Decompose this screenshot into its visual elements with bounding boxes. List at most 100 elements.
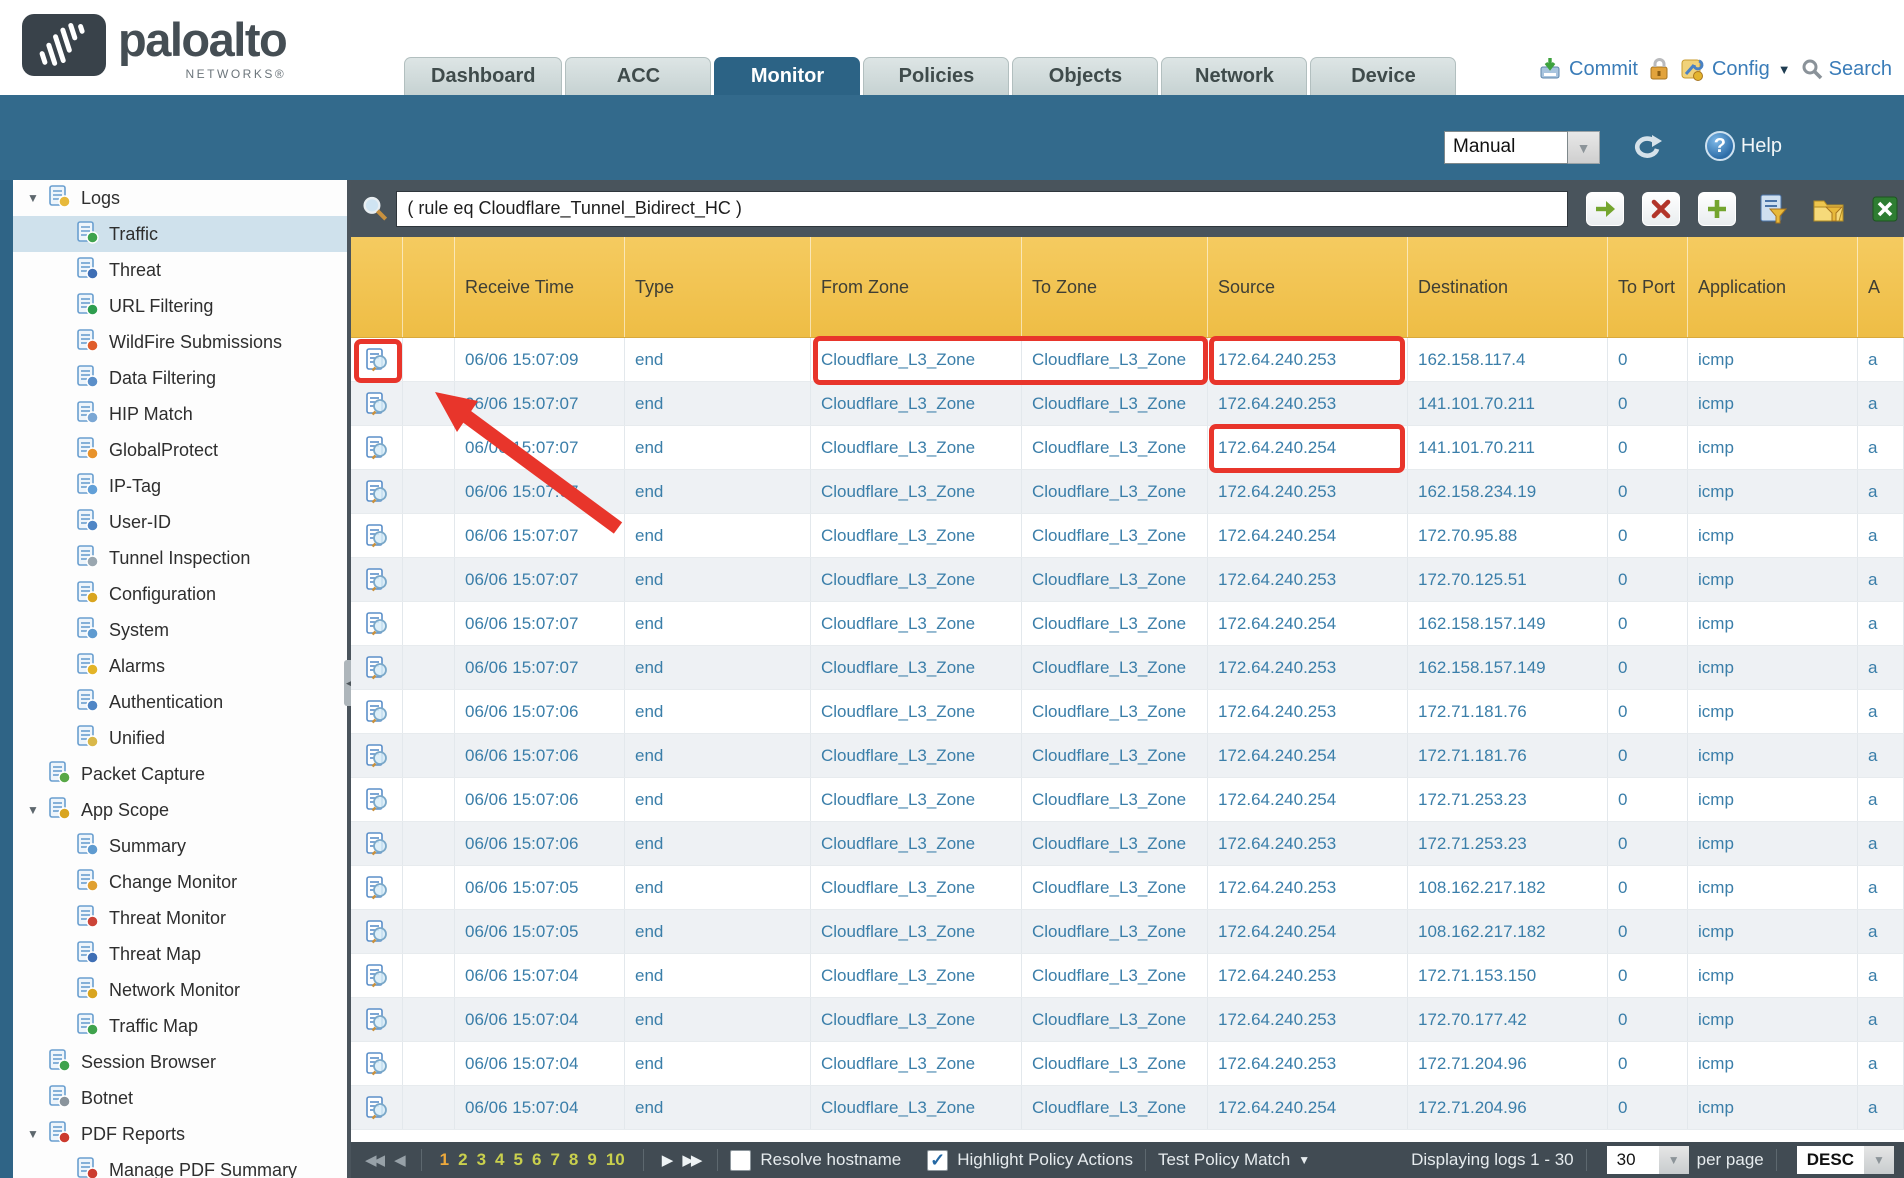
cell-from-zone[interactable]: Cloudflare_L3_Zone	[811, 734, 1022, 777]
filter-query-input[interactable]	[396, 191, 1568, 227]
add-filter-button[interactable]	[1698, 192, 1736, 226]
cell-receive-time[interactable]: 06/06 15:07:04	[455, 954, 625, 997]
column-header-to-port[interactable]: To Port	[1608, 237, 1688, 337]
cell-application[interactable]: icmp	[1688, 734, 1858, 777]
cell-application[interactable]: icmp	[1688, 998, 1858, 1041]
sidebar-item-session-browser[interactable]: Session Browser	[13, 1044, 347, 1080]
next-page-button[interactable]: ▶	[662, 1151, 671, 1169]
cell-to-port[interactable]: 0	[1608, 646, 1688, 689]
tab-network[interactable]: Network	[1161, 57, 1307, 95]
cell-type[interactable]: end	[625, 426, 811, 469]
cell-to-port[interactable]: 0	[1608, 998, 1688, 1041]
cell-source[interactable]: 172.64.240.253	[1208, 338, 1408, 381]
cell-to-zone[interactable]: Cloudflare_L3_Zone	[1022, 646, 1208, 689]
refresh-button[interactable]	[1630, 133, 1664, 170]
sidebar-item-manage-pdf-summary[interactable]: Manage PDF Summary	[13, 1152, 347, 1178]
refresh-mode-select[interactable]: Manual ▼	[1444, 131, 1600, 164]
cell-to-zone[interactable]: Cloudflare_L3_Zone	[1022, 1086, 1208, 1129]
cell-action[interactable]: a	[1858, 646, 1904, 689]
search-button[interactable]: Search	[1801, 58, 1892, 81]
cell-application[interactable]: icmp	[1688, 1086, 1858, 1129]
column-header-application[interactable]: Application	[1688, 237, 1858, 337]
refresh-mode-caret-icon[interactable]: ▼	[1568, 131, 1600, 164]
cell-to-zone[interactable]: Cloudflare_L3_Zone	[1022, 954, 1208, 997]
page-number-6[interactable]: 6	[532, 1150, 541, 1170]
page-number-1[interactable]: 1	[440, 1150, 449, 1170]
cell-action[interactable]: a	[1858, 338, 1904, 381]
sidebar-item-botnet[interactable]: Botnet	[13, 1080, 347, 1116]
cell-source[interactable]: 172.64.240.253	[1208, 558, 1408, 601]
tab-policies[interactable]: Policies	[863, 57, 1009, 95]
cell-to-port[interactable]: 0	[1608, 954, 1688, 997]
cell-source[interactable]: 172.64.240.254	[1208, 514, 1408, 557]
cell-application[interactable]: icmp	[1688, 558, 1858, 601]
cell-source[interactable]: 172.64.240.253	[1208, 382, 1408, 425]
cell-receive-time[interactable]: 06/06 15:07:07	[455, 426, 625, 469]
cell-type[interactable]: end	[625, 558, 811, 601]
log-detail-icon[interactable]	[351, 822, 403, 865]
tab-objects[interactable]: Objects	[1012, 57, 1158, 95]
sidebar-item-network-monitor[interactable]: Network Monitor	[13, 972, 347, 1008]
cell-to-port[interactable]: 0	[1608, 822, 1688, 865]
cell-application[interactable]: icmp	[1688, 690, 1858, 733]
cell-to-zone[interactable]: Cloudflare_L3_Zone	[1022, 426, 1208, 469]
column-header-receive-time[interactable]: Receive Time	[455, 237, 625, 337]
cell-receive-time[interactable]: 06/06 15:07:04	[455, 1042, 625, 1085]
cell-type[interactable]: end	[625, 778, 811, 821]
clear-filter-button[interactable]	[1642, 192, 1680, 226]
cell-destination[interactable]: 141.101.70.211	[1408, 426, 1608, 469]
sidebar-item-user-id[interactable]: User-ID	[13, 504, 347, 540]
cell-destination[interactable]: 172.71.181.76	[1408, 734, 1608, 777]
page-number-5[interactable]: 5	[514, 1150, 523, 1170]
cell-from-zone[interactable]: Cloudflare_L3_Zone	[811, 690, 1022, 733]
cell-from-zone[interactable]: Cloudflare_L3_Zone	[811, 866, 1022, 909]
cell-action[interactable]: a	[1858, 382, 1904, 425]
page-number-10[interactable]: 10	[606, 1150, 625, 1170]
log-detail-icon[interactable]	[351, 646, 403, 689]
cell-type[interactable]: end	[625, 866, 811, 909]
page-number-7[interactable]: 7	[550, 1150, 559, 1170]
cell-source[interactable]: 172.64.240.253	[1208, 998, 1408, 1041]
sidebar-item-tunnel-inspection[interactable]: Tunnel Inspection	[13, 540, 347, 576]
cell-action[interactable]: a	[1858, 734, 1904, 777]
cell-receive-time[interactable]: 06/06 15:07:05	[455, 866, 625, 909]
expand-triangle-icon[interactable]: ▼	[27, 191, 41, 205]
log-detail-icon[interactable]	[351, 778, 403, 821]
cell-receive-time[interactable]: 06/06 15:07:07	[455, 646, 625, 689]
cell-to-port[interactable]: 0	[1608, 734, 1688, 777]
apply-filter-button[interactable]	[1586, 192, 1624, 226]
tab-device[interactable]: Device	[1310, 57, 1456, 95]
cell-action[interactable]: a	[1858, 690, 1904, 733]
sidebar-item-app-scope[interactable]: ▼ App Scope	[13, 792, 347, 828]
cell-source[interactable]: 172.64.240.254	[1208, 734, 1408, 777]
cell-to-zone[interactable]: Cloudflare_L3_Zone	[1022, 470, 1208, 513]
cell-to-zone[interactable]: Cloudflare_L3_Zone	[1022, 822, 1208, 865]
filter-builder-button[interactable]	[1754, 192, 1792, 226]
commit-button[interactable]: Commit	[1537, 57, 1638, 81]
cell-source[interactable]: 172.64.240.254	[1208, 602, 1408, 645]
cell-from-zone[interactable]: Cloudflare_L3_Zone	[811, 1086, 1022, 1129]
cell-source[interactable]: 172.64.240.254	[1208, 1086, 1408, 1129]
cell-type[interactable]: end	[625, 822, 811, 865]
cell-to-zone[interactable]: Cloudflare_L3_Zone	[1022, 558, 1208, 601]
cell-from-zone[interactable]: Cloudflare_L3_Zone	[811, 998, 1022, 1041]
cell-from-zone[interactable]: Cloudflare_L3_Zone	[811, 1042, 1022, 1085]
cell-to-zone[interactable]: Cloudflare_L3_Zone	[1022, 998, 1208, 1041]
expand-triangle-icon[interactable]: ▼	[27, 1127, 41, 1141]
cell-to-port[interactable]: 0	[1608, 558, 1688, 601]
cell-receive-time[interactable]: 06/06 15:07:04	[455, 1086, 625, 1129]
sidebar-item-summary[interactable]: Summary	[13, 828, 347, 864]
sidebar-item-unified[interactable]: Unified	[13, 720, 347, 756]
cell-source[interactable]: 172.64.240.254	[1208, 910, 1408, 953]
cell-from-zone[interactable]: Cloudflare_L3_Zone	[811, 778, 1022, 821]
column-header-a[interactable]: A	[1858, 237, 1904, 337]
cell-destination[interactable]: 172.71.181.76	[1408, 690, 1608, 733]
cell-receive-time[interactable]: 06/06 15:07:07	[455, 514, 625, 557]
tab-acc[interactable]: ACC	[565, 57, 711, 95]
cell-destination[interactable]: 162.158.157.149	[1408, 602, 1608, 645]
load-filter-button[interactable]	[1810, 192, 1848, 226]
export-logs-button[interactable]	[1866, 192, 1904, 226]
cell-application[interactable]: icmp	[1688, 382, 1858, 425]
cell-to-port[interactable]: 0	[1608, 910, 1688, 953]
cell-action[interactable]: a	[1858, 602, 1904, 645]
